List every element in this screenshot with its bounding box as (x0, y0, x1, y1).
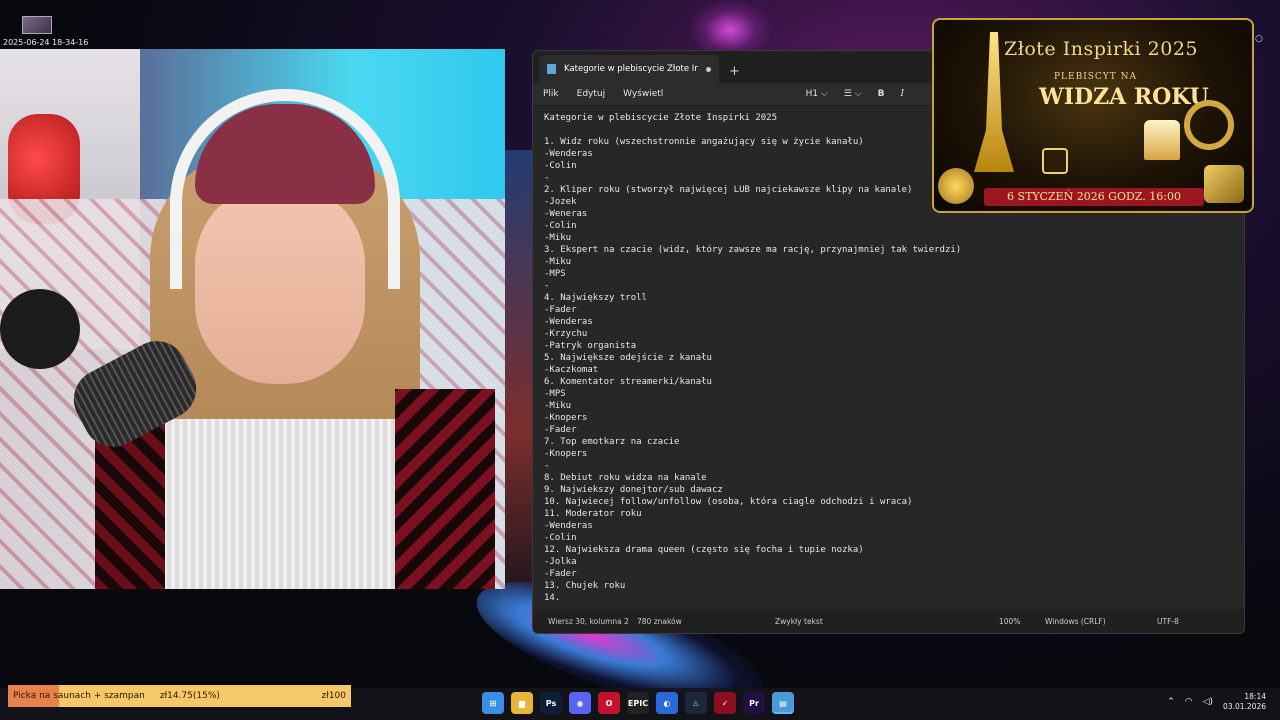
text-line[interactable]: 6. Komentator streamerki/kanału (544, 376, 1233, 388)
text-line[interactable]: 10. Najwiecej follow/unfollow (osoba, kt… (544, 496, 1233, 508)
notepad-statusbar: Wiersz 30, kolumna 2 780 znaków Zwykły t… (533, 609, 1244, 633)
taskbar-apps: ⊞ ▆ Ps ◉ O EPIC ◐ ♨ ✓ Pr ▤ (482, 692, 794, 714)
text-line[interactable]: -MPS (544, 268, 1233, 280)
promo-date: 6 STYCZEŃ 2026 GODZ. 16:00 (984, 188, 1204, 206)
text-line[interactable]: -Miku (544, 256, 1233, 268)
text-line[interactable]: -Wenderas (544, 316, 1233, 328)
twitch-icon (1042, 148, 1068, 174)
format-toolbar: H1 ⌵ ☰ ⌵ B I (806, 89, 904, 99)
volume-icon[interactable]: ◁) (1203, 697, 1213, 707)
status-char-count: 780 znaków (637, 616, 682, 626)
recording-timestamp: 2025-06-24 18-34-16 (3, 38, 89, 47)
status-format: Zwykły tekst (775, 616, 823, 626)
clock-date: 03.01.2026 (1223, 702, 1266, 711)
epic-games-icon[interactable]: EPIC (627, 692, 649, 714)
goal-label: Picka na saunach + szampan (13, 691, 145, 701)
text-line[interactable]: - (544, 460, 1233, 472)
text-line[interactable]: 4. Największy troll (544, 292, 1233, 304)
promo-banner: Złote Inspirki 2025 PLEBISCYT NA WIDZA R… (932, 18, 1254, 213)
text-line[interactable]: -Knopers (544, 448, 1233, 460)
start-icon[interactable]: ⊞ (482, 692, 504, 714)
wifi-icon[interactable]: ◠ (1185, 697, 1193, 707)
text-line[interactable]: -Fader (544, 568, 1233, 580)
text-line[interactable]: -MPS (544, 388, 1233, 400)
new-tab-button[interactable]: + (729, 64, 740, 79)
bold-button[interactable]: B (878, 89, 885, 99)
notepad-icon[interactable]: ▤ (772, 692, 794, 714)
promo-title: Złote Inspirki 2025 (1004, 38, 1199, 60)
system-tray: ⌃ ◠ ◁) 18:14 03.01.2026 (1167, 692, 1266, 712)
text-line[interactable]: -Wenderas (544, 520, 1233, 532)
clock[interactable]: 18:14 03.01.2026 (1223, 692, 1266, 712)
webcam-mic-arm (0, 289, 80, 369)
tray-chevron-up-icon[interactable]: ⌃ (1167, 697, 1175, 707)
recording-thumbnail-icon (22, 16, 52, 34)
goal-amount: zł14.75(15%) (159, 691, 220, 701)
text-line[interactable]: -Patryk organista (544, 340, 1233, 352)
list-dropdown[interactable]: ☰ ⌵ (844, 89, 862, 99)
text-line[interactable]: 13. Chujek roku (544, 580, 1233, 592)
discord-icon[interactable]: ◉ (569, 692, 591, 714)
webcam-headphones (170, 89, 400, 289)
menu-file[interactable]: Plik (543, 89, 559, 99)
webcam-person-shirt (155, 419, 405, 589)
premiere-icon[interactable]: Pr (743, 692, 765, 714)
text-line[interactable]: -Knopers (544, 412, 1233, 424)
notepad-tab-title: Kategorie w plebiscycie Złote Inspi (564, 64, 698, 74)
text-line[interactable]: -Colin (544, 220, 1233, 232)
italic-button[interactable]: I (900, 89, 904, 99)
text-line[interactable]: -Kaczkomat (544, 364, 1233, 376)
framed-emote-icon (1204, 165, 1244, 203)
browser-icon[interactable]: ◐ (656, 692, 678, 714)
app-red-icon[interactable]: ✓ (714, 692, 736, 714)
text-line[interactable]: - (544, 280, 1233, 292)
notepad-file-icon (547, 64, 556, 74)
text-line[interactable]: 11. Moderator roku (544, 508, 1233, 520)
text-line[interactable]: -Miku (544, 232, 1233, 244)
text-line[interactable]: 8. Debiut roku widza na kanale (544, 472, 1233, 484)
menu-view[interactable]: Wyświetl (623, 89, 663, 99)
text-line[interactable]: 3. Ekspert na czacie (widz, który zawsze… (544, 244, 1233, 256)
film-reel-icon (1184, 100, 1234, 150)
status-zoom[interactable]: 100% (999, 617, 1045, 626)
steam-icon[interactable]: ♨ (685, 692, 707, 714)
frog-emote-icon (938, 168, 974, 204)
text-line[interactable]: 9. Najwiekszy donejtor/sub dawacz (544, 484, 1233, 496)
menu-edit[interactable]: Edytuj (577, 89, 605, 99)
promo-subtitle: PLEBISCYT NA (1054, 72, 1138, 82)
notepad-tab[interactable]: Kategorie w plebiscycie Złote Inspi (539, 55, 719, 83)
text-line[interactable]: -Colin (544, 532, 1233, 544)
file-explorer-icon[interactable]: ▆ (511, 692, 533, 714)
text-line[interactable]: 14. (544, 592, 1233, 604)
photoshop-icon[interactable]: Ps (540, 692, 562, 714)
text-line[interactable]: 5. Największe odejście z kanału (544, 352, 1233, 364)
webcam-flannel-right (395, 389, 495, 589)
status-cursor-position: Wiersz 30, kolumna 2 (548, 616, 629, 626)
text-line[interactable]: -Jolka (544, 556, 1233, 568)
status-encoding[interactable]: UTF-8 (1157, 617, 1179, 626)
status-line-ending[interactable]: Windows (CRLF) (1045, 617, 1157, 626)
clock-time: 18:14 (1244, 692, 1266, 701)
text-line[interactable]: 12. Najwieksza drama queen (często się f… (544, 544, 1233, 556)
text-line[interactable]: -Miku (544, 400, 1233, 412)
heading-dropdown[interactable]: H1 ⌵ (806, 89, 828, 99)
webcam-feed (0, 49, 505, 589)
text-line[interactable]: 7. Top emotkarz na czacie (544, 436, 1233, 448)
goal-target: zł100 (321, 691, 346, 701)
promo-headline: WIDZA ROKU (1039, 84, 1209, 110)
text-line[interactable]: -Fader (544, 424, 1233, 436)
close-icon[interactable]: ○ (1255, 34, 1263, 44)
opera-icon[interactable]: O (598, 692, 620, 714)
text-line[interactable]: -Fader (544, 304, 1233, 316)
donation-goal-bar: Picka na saunach + szampan zł14.75(15%) … (8, 685, 351, 707)
text-line[interactable]: -Krzychu (544, 328, 1233, 340)
unsaved-dot-icon[interactable] (706, 66, 711, 72)
popcorn-icon (1144, 120, 1180, 160)
